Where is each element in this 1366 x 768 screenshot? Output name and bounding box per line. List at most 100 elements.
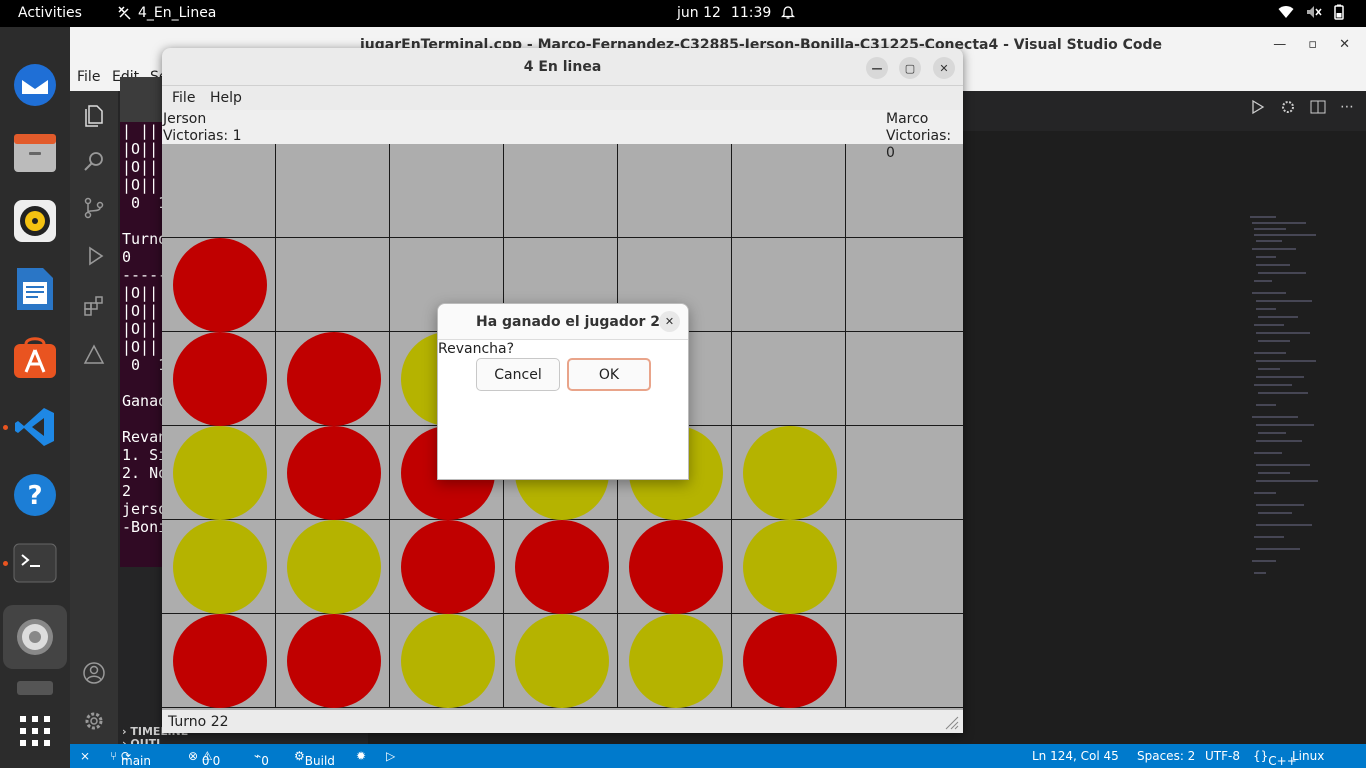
cancel-button[interactable]: Cancel: [476, 358, 560, 391]
thunderbird-icon[interactable]: [11, 61, 59, 109]
cursor-position[interactable]: Ln 124, Col 45: [1032, 749, 1119, 763]
yellow-disc: [743, 520, 837, 614]
files-icon[interactable]: [11, 129, 59, 177]
run-icon[interactable]: [1250, 99, 1266, 115]
clock[interactable]: jun 12 11:39: [677, 5, 796, 21]
app-name: 4_En_Linea: [138, 5, 217, 21]
run-debug-icon[interactable]: [82, 244, 106, 268]
board-cell[interactable]: [276, 426, 390, 520]
vscode-icon[interactable]: [11, 403, 59, 451]
board-cell[interactable]: [162, 614, 276, 708]
more-actions-icon[interactable]: ⋯: [1340, 99, 1354, 115]
indentation-status[interactable]: Spaces: 2: [1137, 749, 1195, 763]
board-cell[interactable]: [618, 144, 732, 238]
ports-status[interactable]: ⌁ 0: [254, 749, 269, 768]
help-icon[interactable]: ?: [11, 471, 59, 519]
explorer-icon[interactable]: [82, 103, 106, 127]
board-cell[interactable]: [846, 614, 963, 708]
board-cell[interactable]: [846, 520, 963, 614]
eol-status[interactable]: Linux: [1292, 749, 1324, 763]
app-menu[interactable]: 4_En_Linea: [116, 5, 216, 21]
board-cell[interactable]: [162, 144, 276, 238]
menu-help[interactable]: Help: [210, 90, 242, 106]
board-cell[interactable]: [504, 144, 618, 238]
account-icon[interactable]: [82, 661, 106, 685]
close-icon[interactable]: ✕: [933, 57, 955, 79]
app-center-icon[interactable]: [11, 333, 59, 381]
build-button[interactable]: ⚙ Build: [294, 749, 335, 768]
board-cell[interactable]: [276, 144, 390, 238]
branch-status[interactable]: ⑂ main ⟳: [110, 749, 151, 768]
extensions-icon[interactable]: [82, 294, 106, 318]
game-title: 4 En linea: [523, 59, 602, 75]
board-cell[interactable]: [732, 426, 846, 520]
libreoffice-writer-icon[interactable]: [11, 265, 59, 313]
board-cell[interactable]: [846, 332, 963, 426]
board-cell[interactable]: [618, 614, 732, 708]
split-editor-icon[interactable]: [1310, 99, 1326, 115]
board-cell[interactable]: [504, 520, 618, 614]
ok-button[interactable]: OK: [567, 358, 651, 391]
minimap[interactable]: [1246, 209, 1326, 609]
settings-icon[interactable]: [3, 605, 67, 669]
dialog-title: Ha ganado el jugador 2: [476, 314, 660, 330]
maximize-icon[interactable]: ▫: [1308, 37, 1317, 52]
menu-file[interactable]: File: [172, 90, 195, 106]
language-status[interactable]: {} C++: [1253, 749, 1297, 768]
board-cell[interactable]: [162, 238, 276, 332]
board-cell[interactable]: [504, 614, 618, 708]
board-cell[interactable]: [390, 614, 504, 708]
remote-icon[interactable]: [82, 343, 106, 367]
drive-icon[interactable]: [11, 677, 59, 697]
board-cell[interactable]: [276, 332, 390, 426]
terminal-icon[interactable]: [11, 539, 59, 587]
board-cell[interactable]: [276, 238, 390, 332]
debug-icon[interactable]: ✹: [356, 749, 366, 763]
show-apps-icon[interactable]: [11, 707, 59, 755]
top-bar: Activities 4_En_Linea jun 12 11:39: [0, 0, 1366, 27]
maximize-icon[interactable]: ▢: [899, 57, 921, 79]
source-control-icon[interactable]: [82, 196, 106, 220]
player1-name: Jerson: [163, 111, 207, 127]
wifi-icon: [1278, 6, 1294, 18]
settings-gear-icon[interactable]: [1280, 99, 1296, 115]
board-cell[interactable]: [846, 144, 963, 238]
board-cell[interactable]: [732, 332, 846, 426]
close-icon[interactable]: ✕: [659, 311, 680, 332]
board-cell[interactable]: [618, 520, 732, 614]
encoding-status[interactable]: UTF-8: [1205, 749, 1240, 763]
red-disc: [173, 332, 267, 426]
board-cell[interactable]: [846, 238, 963, 332]
yellow-disc: [515, 614, 609, 708]
board-cell[interactable]: [732, 614, 846, 708]
board-cell[interactable]: [162, 426, 276, 520]
activities-button[interactable]: Activities: [18, 5, 82, 21]
board-cell[interactable]: [276, 614, 390, 708]
board-cell[interactable]: [846, 426, 963, 520]
game-statusbar: Turno 22: [162, 710, 963, 733]
player1-wins: Victorias: 1: [163, 128, 242, 144]
remote-indicator-icon[interactable]: ⨯: [80, 749, 90, 763]
board-cell[interactable]: [732, 144, 846, 238]
rhythmbox-icon[interactable]: [11, 197, 59, 245]
board-cell[interactable]: [162, 520, 276, 614]
board-cell[interactable]: [732, 238, 846, 332]
minimize-icon[interactable]: —: [1273, 37, 1286, 52]
menu-file[interactable]: File: [77, 69, 100, 85]
red-disc: [515, 520, 609, 614]
manage-gear-icon[interactable]: [82, 709, 106, 733]
board-cell[interactable]: [162, 332, 276, 426]
volume-muted-icon: [1307, 6, 1322, 18]
board-cell[interactable]: [732, 520, 846, 614]
system-tray[interactable]: [1278, 4, 1344, 20]
board-cell[interactable]: [390, 144, 504, 238]
resize-grip-icon[interactable]: [943, 714, 959, 730]
problems-status[interactable]: ⊗ 0 ⚠ 0: [188, 749, 220, 768]
run-status-icon[interactable]: ▷: [386, 749, 395, 763]
board-cell[interactable]: [276, 520, 390, 614]
rematch-dialog: Ha ganado el jugador 2 ✕ Revancha? Cance…: [437, 303, 689, 480]
search-icon[interactable]: [82, 149, 106, 173]
close-icon[interactable]: ✕: [1339, 37, 1350, 52]
minimize-icon[interactable]: —: [866, 57, 888, 79]
board-cell[interactable]: [390, 520, 504, 614]
